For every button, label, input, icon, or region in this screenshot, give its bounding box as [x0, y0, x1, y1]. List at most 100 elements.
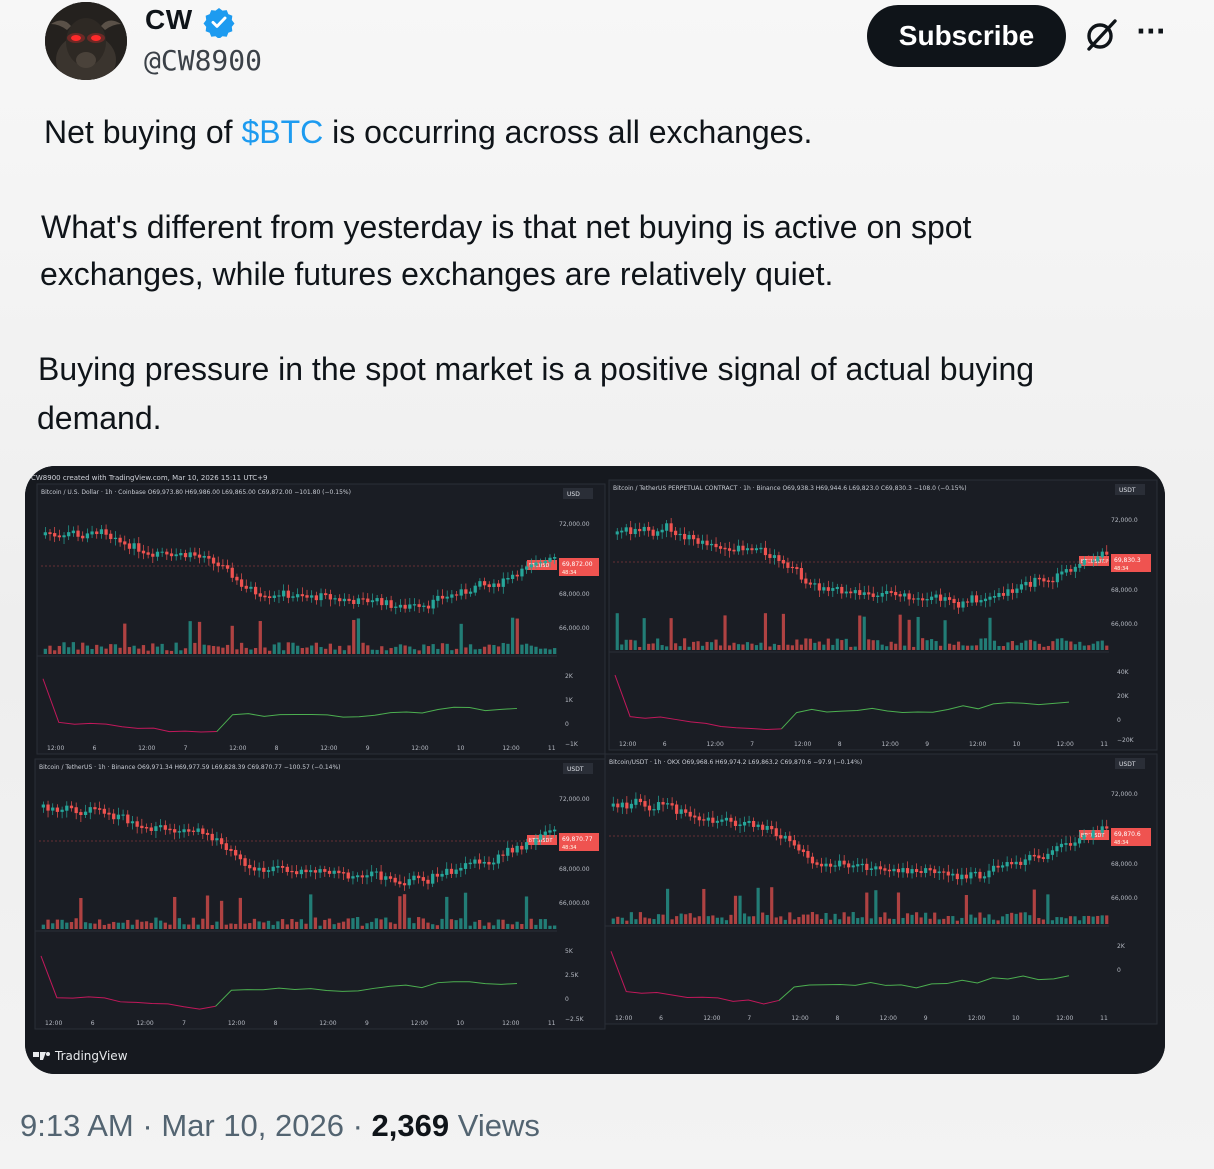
candle — [828, 863, 833, 867]
volume-bar — [808, 638, 812, 650]
time-tick: 11 — [548, 745, 556, 752]
display-name[interactable]: CW — [145, 4, 193, 36]
volume-bar — [828, 919, 833, 924]
volume-bar — [258, 621, 262, 654]
candle — [389, 600, 393, 608]
volume-bar — [225, 644, 230, 654]
candle — [611, 803, 615, 807]
chart-panel-4: Bitcoin/USDT · 1h · OKX O69,968.6 H69,97… — [604, 753, 1158, 1025]
candle — [997, 593, 1001, 598]
volume-bar — [919, 917, 923, 924]
volume-bar — [496, 646, 501, 654]
candle — [266, 870, 271, 872]
candle — [752, 820, 756, 827]
candle — [538, 834, 543, 840]
volume-bar — [327, 918, 332, 929]
candle — [210, 833, 214, 841]
candle — [374, 871, 379, 873]
candle — [692, 534, 696, 540]
cashtag-link[interactable]: $BTC — [241, 114, 323, 150]
volume-bar — [616, 916, 620, 924]
candle — [747, 820, 751, 823]
candle — [939, 594, 943, 601]
volume-bar — [524, 643, 529, 654]
candle — [243, 858, 247, 866]
candle — [801, 849, 805, 853]
volume-bar — [1105, 645, 1109, 650]
verified-badge-icon[interactable] — [203, 6, 235, 38]
volume-bar — [235, 649, 239, 654]
volume-bar — [715, 917, 719, 924]
candle — [1082, 559, 1086, 565]
candle — [670, 803, 674, 806]
volume-bar — [370, 649, 375, 654]
tweet-date[interactable]: Mar 10, 2026 — [161, 1108, 344, 1143]
candle — [529, 842, 533, 845]
candle — [711, 817, 715, 823]
candle — [445, 868, 449, 875]
volume-bar — [69, 922, 74, 929]
tweet-time[interactable]: 9:13 AM — [20, 1108, 134, 1143]
more-icon[interactable]: ··· — [1136, 19, 1172, 50]
volume-bar — [903, 645, 907, 650]
candle — [510, 574, 515, 579]
volume-bar — [838, 919, 842, 924]
volume-bar — [634, 919, 638, 924]
volume-bar — [188, 621, 192, 654]
candle — [338, 598, 342, 602]
candle — [1028, 581, 1032, 587]
logo-dot — [46, 1052, 50, 1056]
candle — [768, 554, 772, 558]
time-tick: 9 — [365, 1020, 369, 1027]
volume-bar — [67, 647, 71, 654]
volume-bar — [342, 650, 347, 654]
candle — [440, 873, 444, 877]
volume-bar — [62, 642, 66, 654]
volume-bar — [126, 919, 130, 929]
candle — [286, 590, 290, 598]
avatar[interactable] — [45, 2, 127, 80]
volume-bar — [374, 918, 379, 929]
candle — [123, 541, 127, 545]
volume-bar — [718, 645, 723, 650]
subscribe-button[interactable]: Subscribe — [867, 5, 1066, 67]
volume-bar — [304, 923, 308, 929]
volume-bar — [656, 914, 661, 924]
candle — [946, 871, 950, 876]
candle — [51, 807, 55, 811]
volume-bar — [384, 650, 389, 654]
volume-bar — [724, 920, 729, 924]
candle — [379, 871, 383, 880]
volume-bar — [534, 924, 538, 929]
volume-bar — [666, 888, 670, 924]
candle — [759, 547, 763, 550]
candle — [625, 802, 629, 809]
candle — [416, 875, 421, 879]
candle — [57, 535, 61, 538]
grok-icon[interactable] — [1082, 16, 1120, 54]
volume-bar — [765, 915, 769, 924]
candle — [661, 802, 665, 805]
candle — [450, 594, 454, 598]
candle — [729, 817, 733, 822]
candle — [393, 877, 397, 883]
volume-bar — [620, 644, 624, 650]
tweet-media-image[interactable]: CW8900 created with TradingView.com, Mar… — [25, 466, 1165, 1074]
candle — [299, 869, 303, 875]
volume-bar — [1060, 638, 1064, 650]
volume-bar — [482, 646, 487, 654]
time-tick: 10 — [1013, 741, 1021, 748]
volume-bar — [869, 918, 873, 924]
candle — [407, 879, 411, 886]
volume-bar — [772, 643, 776, 650]
volume-bar — [988, 617, 992, 650]
candle — [221, 565, 225, 567]
volume-bar — [1042, 646, 1046, 650]
candle — [1105, 826, 1109, 829]
candle — [417, 604, 421, 607]
time-tick: 12:00 — [969, 741, 986, 748]
candle — [191, 830, 196, 832]
candle — [421, 877, 425, 881]
candle — [869, 868, 873, 870]
author-handle[interactable]: @CW8900 — [144, 44, 262, 77]
